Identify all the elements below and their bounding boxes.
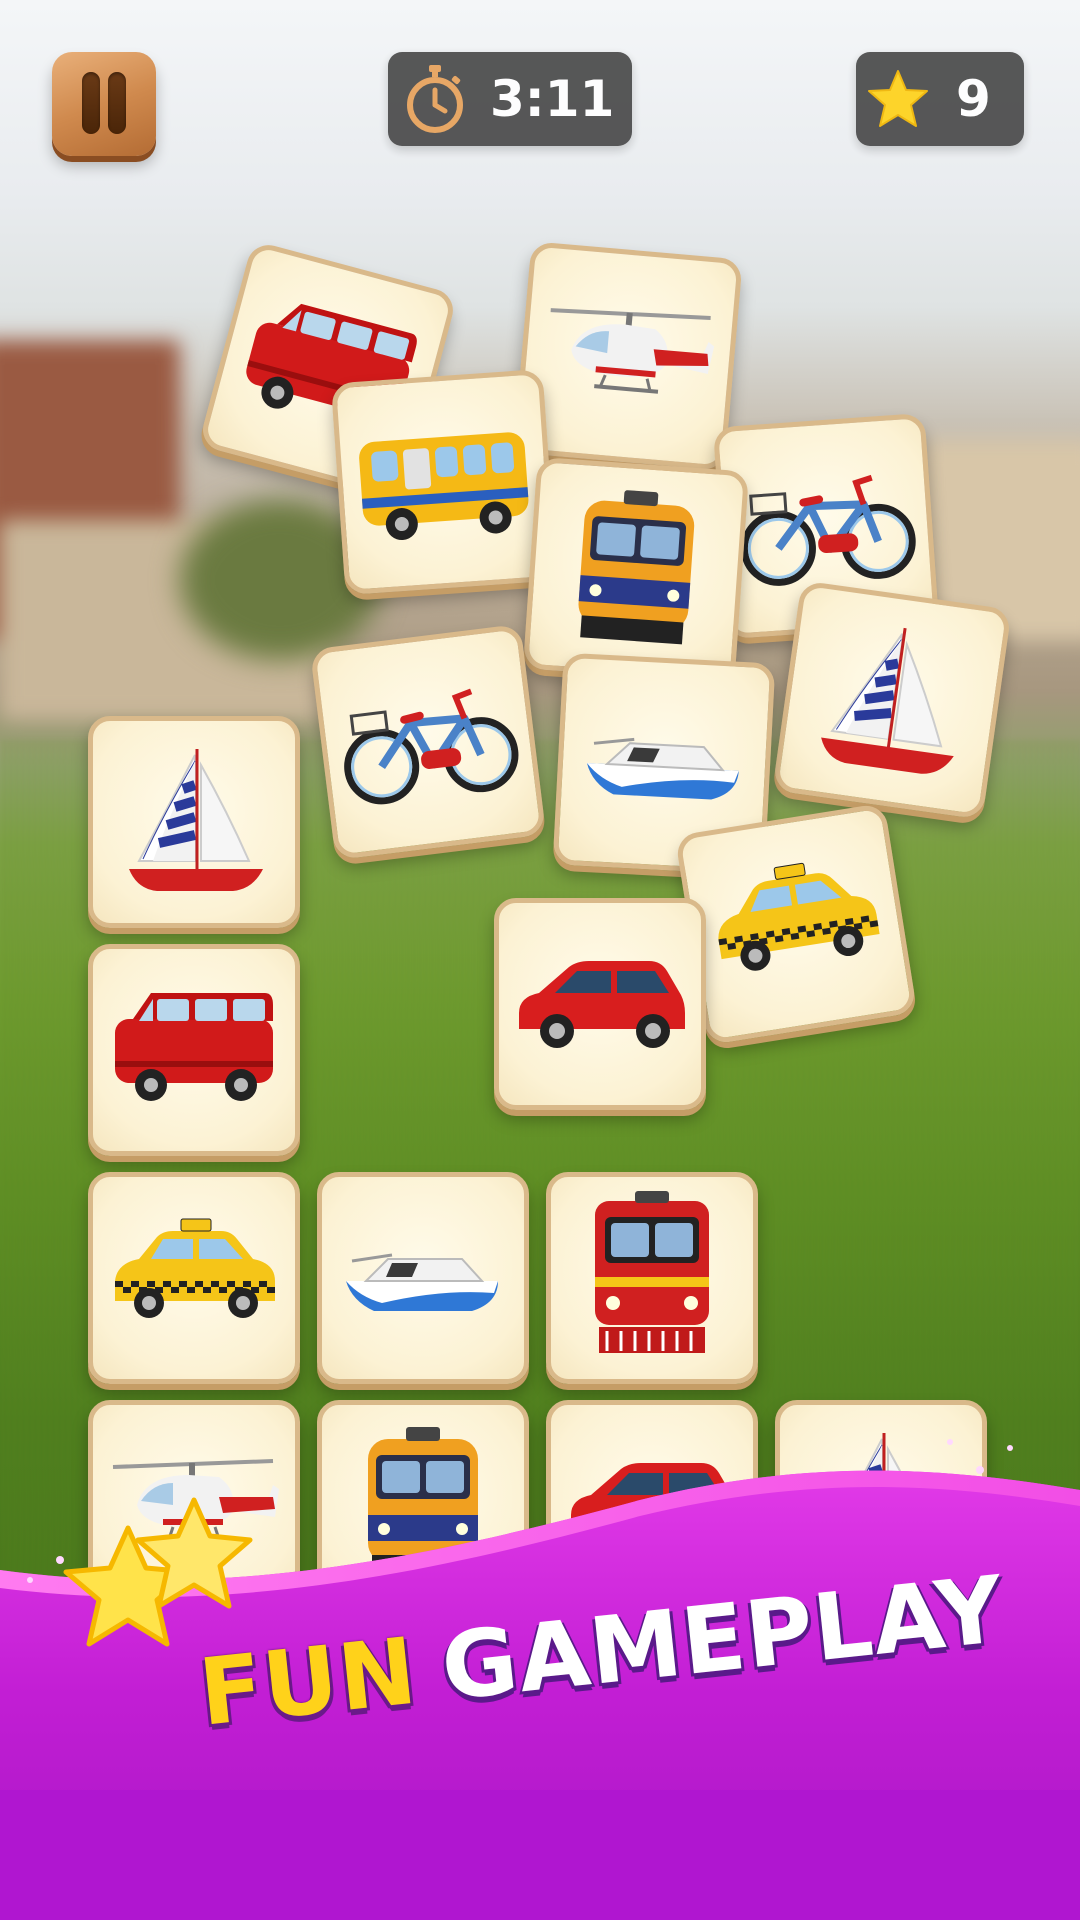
tile-red-train[interactable] (546, 1172, 758, 1384)
sailboat-icon (821, 627, 954, 774)
tile-speedboat[interactable] (317, 1172, 529, 1384)
van-icon (115, 993, 273, 1101)
speedboat-icon (346, 1253, 498, 1311)
helicopter-icon (112, 1459, 279, 1541)
tile-car[interactable] (546, 1400, 758, 1612)
score-value: 9 (956, 70, 991, 128)
taxi-icon (115, 1218, 275, 1318)
tile-school-bus[interactable] (330, 368, 558, 596)
banner-word-fun: FUN (194, 1617, 422, 1747)
timer-display: 3:11 (388, 52, 632, 146)
school-bus-icon (359, 432, 529, 541)
tile-sailboat[interactable] (88, 716, 300, 928)
tile-van[interactable] (88, 944, 300, 1156)
stopwatch-icon (407, 65, 463, 133)
tile-helicopter[interactable] (88, 1400, 300, 1612)
pause-icon (82, 72, 100, 134)
taxi-icon (718, 862, 880, 971)
bicycle-icon (344, 688, 519, 805)
car-icon (519, 961, 685, 1048)
score-display: 9 (856, 52, 1024, 146)
car-icon (571, 1463, 737, 1550)
tile-bicycle[interactable] (309, 623, 547, 861)
game-screen: 3:11 9 FUN GAMEPLAY (0, 0, 1080, 1920)
tile-locomotive[interactable] (522, 456, 750, 684)
helicopter-icon (550, 308, 715, 394)
star-icon (868, 70, 928, 127)
sailboat-icon (129, 749, 263, 891)
pause-button[interactable] (52, 52, 156, 156)
tile-taxi[interactable] (674, 802, 918, 1046)
tile-sailboat[interactable] (772, 580, 1012, 820)
tile-taxi[interactable] (88, 1172, 300, 1384)
locomotive-icon (578, 490, 695, 645)
pause-icon (108, 72, 126, 134)
tile-locomotive[interactable] (317, 1400, 529, 1612)
locomotive-icon (368, 1427, 478, 1577)
tile-helicopter[interactable] (513, 241, 743, 471)
red-train-icon (595, 1191, 709, 1353)
tile-car[interactable] (494, 898, 706, 1110)
timer-value: 3:11 (490, 70, 615, 128)
